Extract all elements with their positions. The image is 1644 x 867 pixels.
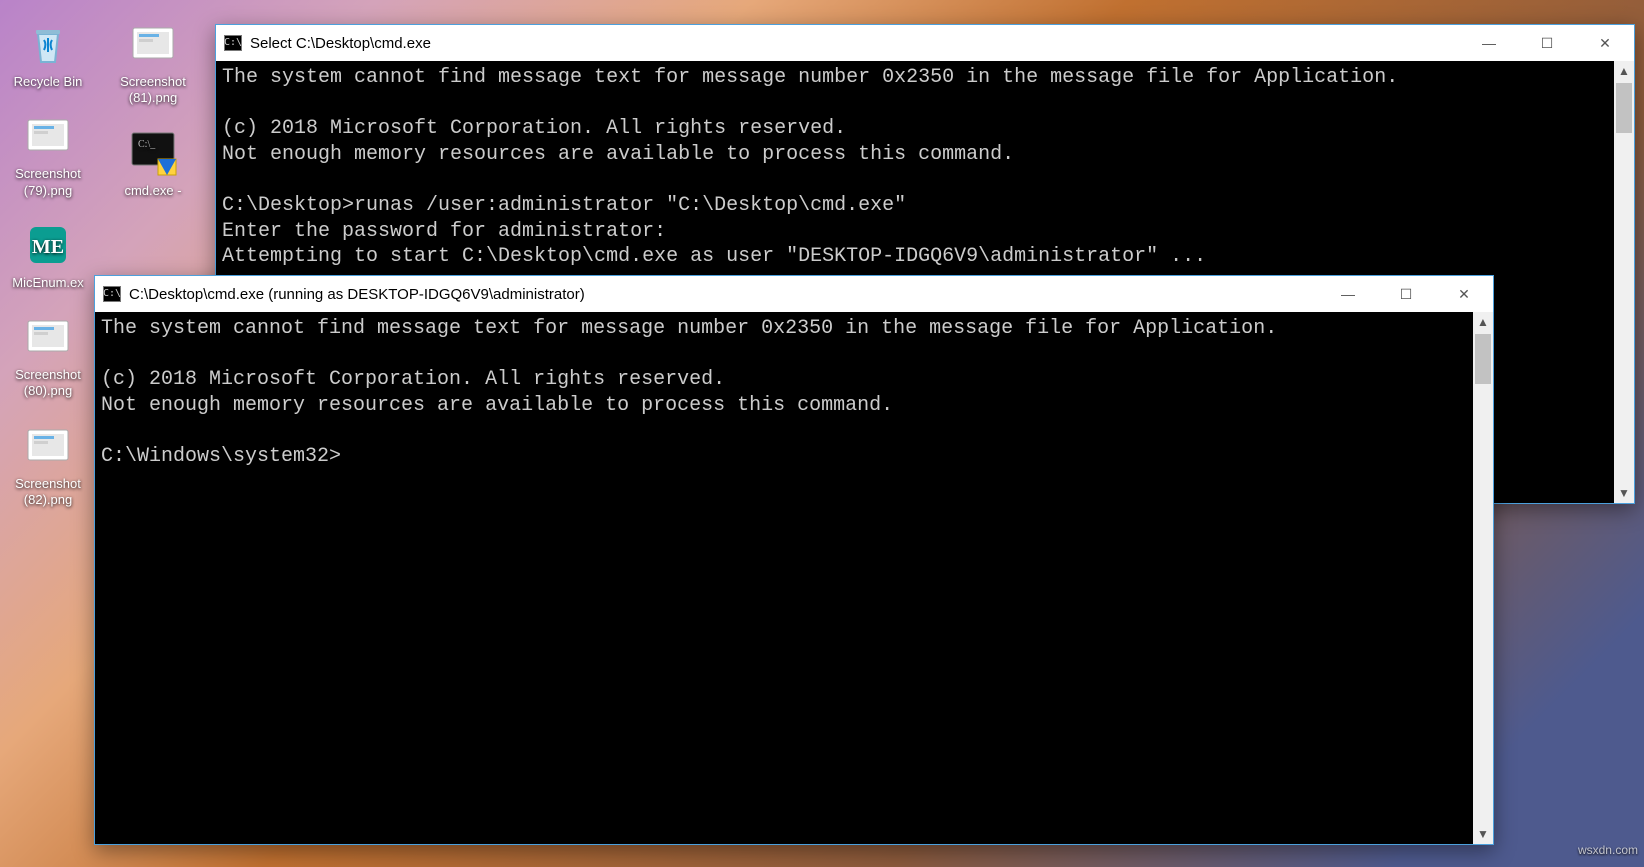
scroll-thumb[interactable] [1616,83,1632,133]
scroll-up-icon[interactable]: ▲ [1614,61,1634,81]
desktop-icon-label: Screenshot (79).png [2,166,94,199]
desktop-icon-label: Recycle Bin [14,74,83,90]
cmd-window-admin[interactable]: C:\ C:\Desktop\cmd.exe (running as DESKT… [94,275,1494,845]
screenshot-79-icon[interactable]: Screenshot (79).png [0,110,96,199]
scroll-track[interactable] [1473,332,1493,824]
window-controls: — ☐ ✕ [1460,25,1634,61]
desktop-background: Recycle Bin Screenshot (79).png ME MicEn… [0,0,1644,867]
desktop-icon-label: Screenshot (81).png [107,74,199,107]
desktop-icon-label: MicEnum.ex [12,275,84,291]
scroll-thumb[interactable] [1475,334,1491,384]
cmd-shortcut-icon[interactable]: C:\_ cmd.exe - [105,127,201,199]
window-title: C:\Desktop\cmd.exe (running as DESKTOP-I… [129,286,1319,303]
desktop-icons-col-1: Recycle Bin Screenshot (79).png ME MicEn… [0,18,96,528]
screenshot-82-icon[interactable]: Screenshot (82).png [0,420,96,509]
desktop-icon-label: cmd.exe - [124,183,181,199]
screenshot-81-icon[interactable]: Screenshot (81).png [105,18,201,107]
maximize-button[interactable]: ☐ [1377,276,1435,312]
recycle-bin-icon[interactable]: Recycle Bin [0,18,96,90]
desktop-icon-label: Screenshot (80).png [2,367,94,400]
maximize-button[interactable]: ☐ [1518,25,1576,61]
app-glyph: ME [22,219,74,271]
image-file-glyph [22,311,74,363]
console-area: The system cannot find message text for … [95,312,1493,844]
console-output[interactable]: The system cannot find message text for … [95,312,1473,844]
close-button[interactable]: ✕ [1435,276,1493,312]
cmd-icon: C:\ [103,286,121,302]
close-button[interactable]: ✕ [1576,25,1634,61]
image-file-glyph [22,110,74,162]
titlebar[interactable]: C:\ Select C:\Desktop\cmd.exe — ☐ ✕ [216,25,1634,61]
screenshot-80-icon[interactable]: Screenshot (80).png [0,311,96,400]
image-file-glyph [22,420,74,472]
micenum-icon[interactable]: ME MicEnum.ex [0,219,96,291]
svg-text:ME: ME [32,236,64,258]
scroll-up-icon[interactable]: ▲ [1473,312,1493,332]
scroll-down-icon[interactable]: ▼ [1614,483,1634,503]
desktop-icon-label: Screenshot (82).png [2,476,94,509]
cmd-glyph: C:\_ [127,127,179,179]
scrollbar[interactable]: ▲ ▼ [1473,312,1493,844]
desktop-icons-col-2: Screenshot (81).png C:\_ cmd.exe - [105,18,201,219]
window-title: Select C:\Desktop\cmd.exe [250,35,1460,52]
titlebar[interactable]: C:\ C:\Desktop\cmd.exe (running as DESKT… [95,276,1493,312]
watermark: wsxdn.com [1578,843,1638,857]
svg-text:C:\_: C:\_ [138,139,156,150]
minimize-button[interactable]: — [1460,25,1518,61]
recycle-bin-glyph [22,18,74,70]
cmd-icon: C:\ [224,35,242,51]
image-file-glyph [127,18,179,70]
scrollbar[interactable]: ▲ ▼ [1614,61,1634,503]
minimize-button[interactable]: — [1319,276,1377,312]
window-controls: — ☐ ✕ [1319,276,1493,312]
scroll-track[interactable] [1614,81,1634,483]
scroll-down-icon[interactable]: ▼ [1473,824,1493,844]
